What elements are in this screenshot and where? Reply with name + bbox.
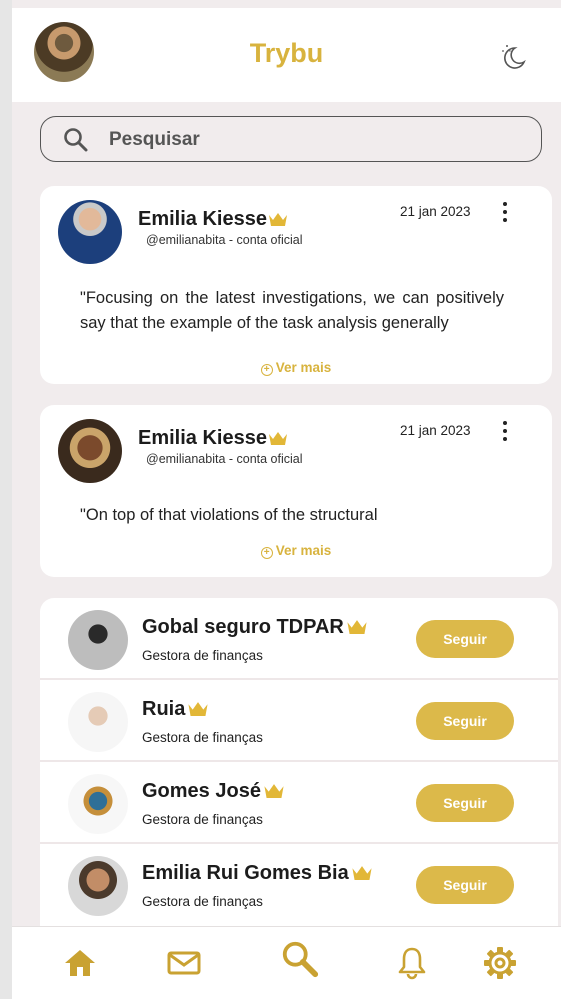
moon-icon[interactable] [496, 40, 528, 72]
gear-icon [484, 947, 516, 979]
plus-circle-icon: + [260, 547, 273, 559]
more-options-icon[interactable] [500, 202, 510, 228]
search-icon [64, 128, 88, 152]
post-date: 21 jan 2023 [400, 204, 471, 219]
follow-button[interactable]: Seguir [416, 784, 514, 822]
bell-icon [398, 947, 426, 980]
list-item: Gomes José Gestora de finanças Seguir [40, 762, 558, 844]
post-author[interactable]: Emilia Kiesse [138, 427, 288, 450]
user-name[interactable]: Ruia [142, 698, 209, 721]
user-name[interactable]: Emilia Rui Gomes Bia [142, 862, 373, 885]
nav-search[interactable] [280, 939, 320, 979]
search-input[interactable] [107, 125, 511, 155]
crown-icon [268, 432, 287, 445]
app-screen: Trybu Emilia Kiesse @emilianabita - cont… [12, 0, 561, 999]
mail-icon [167, 951, 201, 975]
search-icon [282, 941, 319, 978]
post-card: Emilia Kiesse @emilianabita - conta ofic… [40, 405, 552, 577]
user-name[interactable]: Gobal seguro TDPAR [142, 616, 368, 639]
crown-icon [188, 702, 208, 716]
user-avatar[interactable] [68, 692, 128, 752]
nav-settings[interactable] [480, 943, 520, 983]
user-role: Gestora de finanças [142, 648, 263, 663]
user-avatar[interactable] [68, 856, 128, 916]
nav-notifications[interactable] [392, 943, 432, 983]
list-item: Emilia Rui Gomes Bia Gestora de finanças… [40, 844, 558, 924]
see-more-link[interactable]: + Ver mais [40, 543, 552, 559]
plus-circle-icon: + [260, 364, 273, 376]
follow-button[interactable]: Seguir [416, 702, 514, 740]
post-avatar[interactable] [58, 200, 122, 264]
user-avatar[interactable] [68, 774, 128, 834]
search-bar[interactable] [40, 116, 542, 162]
user-role: Gestora de finanças [142, 894, 263, 909]
crown-icon [264, 784, 284, 798]
follow-button[interactable]: Seguir [416, 620, 514, 658]
post-handle: @emilianabita - conta oficial [146, 233, 303, 247]
suggestions-list: Gobal seguro TDPAR Gestora de finanças S… [40, 598, 558, 938]
bottom-nav [12, 926, 561, 999]
list-item: Gobal seguro TDPAR Gestora de finanças S… [40, 598, 558, 680]
user-name[interactable]: Gomes José [142, 780, 285, 803]
nav-home[interactable] [60, 943, 100, 983]
home-icon [65, 950, 95, 976]
crown-icon [347, 620, 367, 634]
header: Trybu [12, 8, 561, 102]
user-avatar[interactable] [68, 610, 128, 670]
app-title: Trybu [249, 38, 324, 68]
post-card: Emilia Kiesse @emilianabita - conta ofic… [40, 186, 552, 384]
post-text: "Focusing on the latest investigations, … [80, 289, 504, 332]
user-role: Gestora de finanças [142, 812, 263, 827]
list-item: Ruia Gestora de finanças Seguir [40, 680, 558, 762]
post-avatar[interactable] [58, 419, 122, 483]
follow-button[interactable]: Seguir [416, 866, 514, 904]
post-text: "On top of that violations of the struct… [80, 506, 378, 524]
crown-icon [352, 866, 372, 880]
post-date: 21 jan 2023 [400, 423, 471, 438]
more-options-icon[interactable] [500, 421, 510, 447]
crown-icon [268, 213, 287, 226]
user-role: Gestora de finanças [142, 730, 263, 745]
nav-messages[interactable] [164, 943, 204, 983]
post-author[interactable]: Emilia Kiesse [138, 208, 288, 231]
post-handle: @emilianabita - conta oficial [146, 452, 303, 466]
see-more-link[interactable]: + Ver mais [40, 360, 552, 376]
